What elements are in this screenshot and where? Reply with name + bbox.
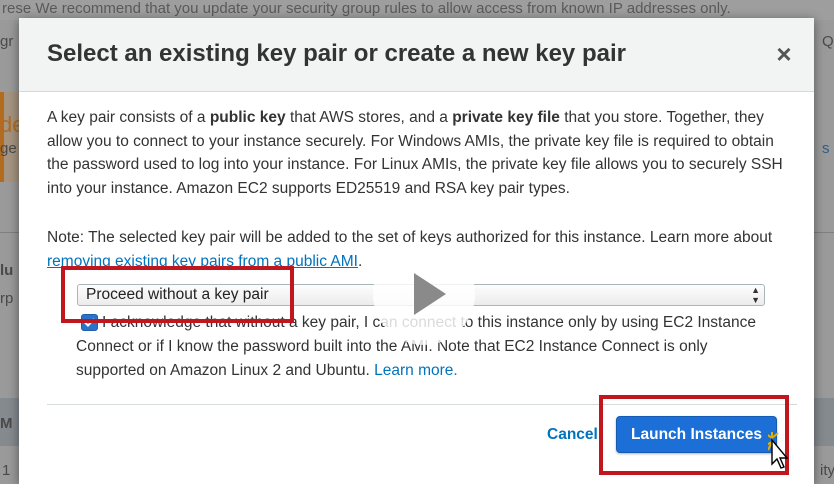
background-fragment: rp: [0, 290, 14, 307]
play-triangle: [414, 273, 446, 315]
background-banner-text: rese We recommend that you update your s…: [2, 0, 731, 17]
note-end: .: [357, 252, 363, 270]
background-fragment: 1: [2, 462, 11, 479]
dialog-title: Select an existing key pair or create a …: [47, 40, 626, 67]
mouse-cursor-icon: [768, 432, 789, 469]
background-fragment: s: [822, 140, 830, 157]
key-pair-description: A key pair consists of a public key that…: [47, 106, 797, 200]
background-fragment: Q: [822, 33, 834, 50]
background-fragment: lu: [0, 262, 14, 279]
description-text: A key pair consists of a: [47, 109, 210, 126]
background-fragment: ge: [0, 140, 17, 157]
play-icon[interactable]: [373, 243, 475, 345]
background-fragment: ity: [820, 462, 834, 479]
dialog-header: Select an existing key pair or create a …: [19, 18, 814, 92]
highlight-select-box: [61, 266, 294, 323]
description-text: that AWS stores, and a: [285, 109, 453, 126]
select-arrows-icon: ▲ ▼: [751, 285, 760, 305]
description-bold: private key file: [452, 109, 560, 126]
close-icon[interactable]: ×: [772, 41, 796, 67]
note-text: Note: The selected key pair will be adde…: [47, 229, 773, 246]
cancel-button[interactable]: Cancel: [547, 426, 598, 444]
learn-more-link[interactable]: Learn more.: [374, 362, 458, 379]
highlight-launch-box: [599, 395, 789, 475]
description-bold: public key: [209, 109, 286, 126]
background-fragment: M: [0, 415, 13, 432]
background-fragment: gr: [0, 33, 14, 50]
